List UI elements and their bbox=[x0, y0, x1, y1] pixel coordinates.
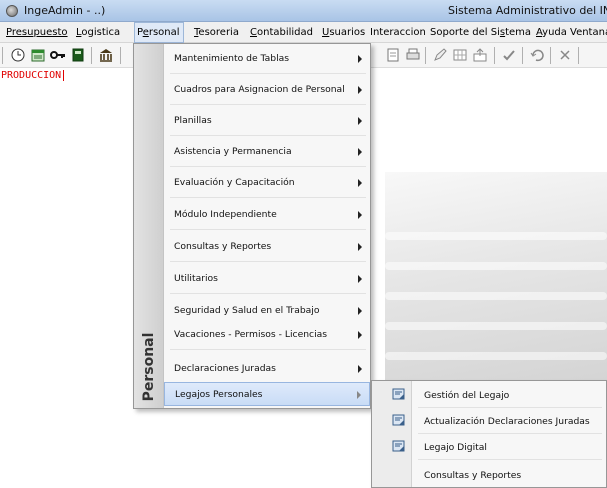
printer-icon[interactable] bbox=[405, 47, 421, 63]
menu-item-vacaciones-permisos[interactable]: Vacaciones - Permisos - Licencias bbox=[164, 320, 370, 350]
menu-bar: Presupuesto Logistica Personal Tesoreria… bbox=[0, 22, 607, 43]
window-title: IngeAdmin - ..) bbox=[24, 4, 106, 17]
menu-item-legajos-personales[interactable]: Legajos Personales bbox=[164, 382, 370, 406]
menu-interaccion[interactable]: Interaccion bbox=[368, 22, 428, 43]
bank-icon[interactable] bbox=[98, 47, 114, 63]
menu-tesoreria[interactable]: Tesoreria bbox=[192, 22, 241, 43]
export-icon[interactable] bbox=[472, 47, 488, 63]
app-gear-icon bbox=[6, 5, 18, 17]
pencil-icon[interactable] bbox=[432, 47, 448, 63]
menu-side-band: Personal bbox=[134, 44, 164, 408]
document-icon bbox=[392, 440, 405, 452]
menu-item-planillas[interactable]: Planillas bbox=[164, 106, 370, 136]
menu-soporte-del-sistema[interactable]: Soporte del Sistema bbox=[428, 22, 533, 43]
environment-label: PRODUCCION bbox=[1, 70, 65, 81]
submenu-arrow-icon bbox=[358, 117, 362, 125]
preview-icon[interactable] bbox=[385, 47, 401, 63]
submenu-arrow-icon bbox=[357, 391, 361, 399]
menu-item-consultas-reportes[interactable]: Consultas y Reportes bbox=[164, 232, 370, 262]
key-icon[interactable] bbox=[50, 47, 66, 63]
submenu-arrow-icon bbox=[358, 86, 362, 94]
menu-side-label: Personal bbox=[141, 332, 157, 402]
calculator-icon[interactable] bbox=[70, 47, 86, 63]
grid-icon[interactable] bbox=[452, 47, 468, 63]
menu-contabilidad[interactable]: Contabilidad bbox=[248, 22, 315, 43]
menu-usuarios[interactable]: Usuarios bbox=[320, 22, 367, 43]
menu-ventana[interactable]: Ventana bbox=[568, 22, 607, 43]
menu-item-evaluacion-capacitacion[interactable]: Evaluación y Capacitación bbox=[164, 168, 370, 198]
legajos-submenu: Gestión del Legajo Actualización Declara… bbox=[371, 380, 607, 488]
clock-icon[interactable] bbox=[10, 47, 26, 63]
menu-presupuesto[interactable]: Presupuesto bbox=[4, 22, 70, 43]
menu-ayuda[interactable]: Ayuda bbox=[534, 22, 569, 43]
background-panel bbox=[385, 172, 607, 382]
submenu-item-gestion-legajo[interactable]: Gestión del Legajo bbox=[372, 382, 606, 408]
personal-dropdown-menu: Personal Mantenimiento de Tablas Cuadros… bbox=[133, 43, 371, 409]
submenu-arrow-icon bbox=[358, 307, 362, 315]
menu-item-cuadros-asignacion[interactable]: Cuadros para Asignacion de Personal bbox=[164, 75, 370, 105]
check-icon[interactable] bbox=[501, 47, 517, 63]
system-title: Sistema Administrativo del INGEM bbox=[448, 4, 607, 17]
toolbar-grip bbox=[2, 47, 3, 64]
submenu-item-consultas-reportes[interactable]: Consultas y Reportes bbox=[372, 462, 606, 488]
submenu-arrow-icon bbox=[358, 55, 362, 63]
menu-item-declaraciones-juradas[interactable]: Declaraciones Juradas bbox=[164, 354, 370, 384]
submenu-arrow-icon bbox=[358, 148, 362, 156]
menu-item-mantenimiento-de-tablas[interactable]: Mantenimiento de Tablas bbox=[164, 44, 370, 74]
document-icon bbox=[392, 414, 405, 426]
submenu-item-legajo-digital[interactable]: Legajo Digital bbox=[372, 434, 606, 460]
submenu-arrow-icon bbox=[358, 365, 362, 373]
submenu-arrow-icon bbox=[358, 211, 362, 219]
document-icon bbox=[392, 388, 405, 400]
submenu-arrow-icon bbox=[358, 331, 362, 339]
menu-item-utilitarios[interactable]: Utilitarios bbox=[164, 264, 370, 294]
submenu-arrow-icon bbox=[358, 243, 362, 251]
submenu-arrow-icon bbox=[358, 179, 362, 187]
title-bar: IngeAdmin - ..) Sistema Administrativo d… bbox=[0, 0, 607, 22]
submenu-item-actualizacion-declaraciones[interactable]: Actualización Declaraciones Juradas bbox=[372, 408, 606, 434]
close-icon[interactable] bbox=[557, 47, 573, 63]
undo-icon[interactable] bbox=[529, 47, 545, 63]
menu-item-modulo-independiente[interactable]: Módulo Independiente bbox=[164, 200, 370, 230]
calendar-icon[interactable] bbox=[30, 47, 46, 63]
menu-logistica[interactable]: Logistica bbox=[74, 22, 122, 43]
submenu-arrow-icon bbox=[358, 275, 362, 283]
menu-item-asistencia-permanencia[interactable]: Asistencia y Permanencia bbox=[164, 137, 370, 167]
menu-personal[interactable]: Personal bbox=[134, 22, 184, 43]
